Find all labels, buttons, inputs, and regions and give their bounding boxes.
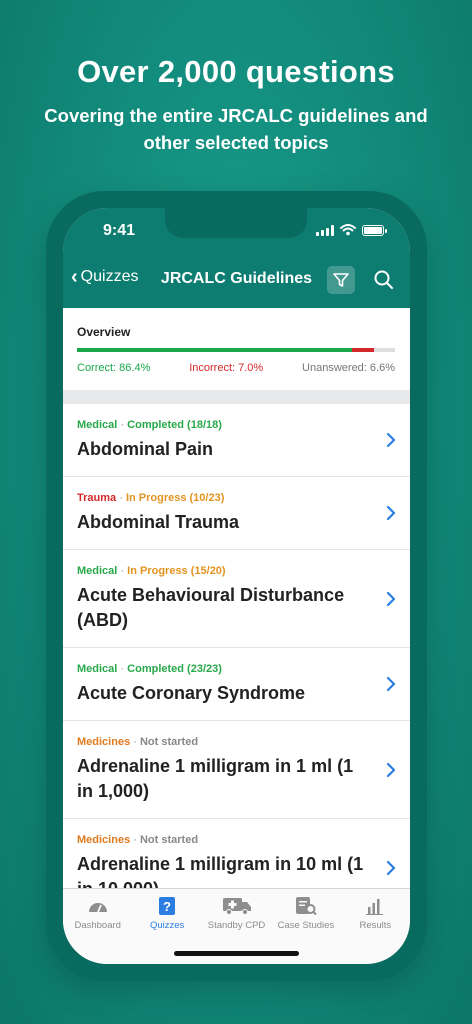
tab-label: Case Studies (277, 920, 335, 931)
filter-icon (333, 273, 349, 287)
home-indicator (174, 951, 299, 956)
tab-results[interactable]: Results (341, 889, 410, 964)
topic-category: Trauma (77, 492, 117, 504)
phone-frame: 9:41 ‹ Quizzes JRCALC Guidelines Overvie… (46, 191, 427, 981)
case-studies-icon (294, 895, 318, 917)
topic-meta: Medicines · Not started (77, 833, 370, 847)
overview-title: Overview (77, 325, 131, 339)
promo-headline: Over 2,000 questions (77, 54, 395, 89)
topic-category: Medicines (77, 834, 131, 846)
topic-meta: Medical · In Progress (15/20) (77, 564, 370, 578)
status-time: 9:41 (103, 222, 136, 239)
topic-status: In Progress (15/20) (127, 565, 226, 577)
topic-row[interactable]: Medical · Completed (23/23) Acute Corona… (63, 648, 410, 721)
chevron-right-icon (386, 762, 396, 777)
meta-separator: · (133, 736, 140, 748)
section-divider (63, 390, 410, 404)
overview-legend: Correct: 86.4% Incorrect: 7.0% Unanswere… (77, 362, 395, 374)
topic-status: Completed (18/18) (127, 419, 222, 431)
topic-row[interactable]: Trauma · In Progress (10/23) Abdominal T… (63, 477, 410, 550)
tab-label: Standby CPD (207, 920, 266, 931)
topic-category: Medical (77, 663, 118, 675)
topic-title: Acute Behavioural Disturbance (ABD) (77, 585, 345, 630)
topic-title: Adrenaline 1 milligram in 1 ml (1 in 1,0… (77, 756, 354, 801)
ambulance-icon (222, 895, 252, 917)
chevron-right-icon (386, 860, 396, 875)
progress-correct-segment (77, 348, 352, 352)
tab-bar: Dashboard? Quizzes Standby CPD Case Studies… (63, 888, 410, 964)
topic-status: Completed (23/23) (127, 663, 222, 675)
wifi-icon (340, 224, 356, 236)
topic-row[interactable]: Medical · In Progress (15/20) Acute Beha… (63, 550, 410, 648)
topic-row[interactable]: Medicines · Not started Adrenaline 1 mil… (63, 721, 410, 819)
system-icons (316, 224, 387, 236)
topic-row[interactable]: Medical · Completed (18/18) Abdominal Pa… (63, 404, 410, 477)
overview-panel: Overview Correct: 86.4% Incorrect: 7.0% … (63, 308, 410, 390)
tab-label: Quizzes (149, 920, 185, 931)
cellular-signal-icon (316, 224, 334, 236)
progress-incorrect-segment (351, 348, 374, 352)
incorrect-label: Incorrect: 7.0% (189, 362, 264, 374)
filter-button[interactable] (327, 266, 355, 294)
tab-dashboard[interactable]: Dashboard (63, 889, 132, 964)
chevron-right-icon (386, 432, 396, 448)
topic-category: Medical (77, 565, 118, 577)
unanswered-label: Unanswered: 6.6% (302, 362, 395, 374)
promo-subline: Covering the entire JRCALC guidelines an… (44, 105, 428, 153)
svg-text:?: ? (163, 899, 171, 914)
topic-category: Medical (77, 419, 118, 431)
topic-meta: Medicines · Not started (77, 735, 370, 749)
notch (165, 208, 307, 238)
page-title: JRCALC Guidelines (160, 270, 313, 287)
meta-separator: · (133, 834, 140, 846)
results-icon (365, 895, 385, 917)
quiz-icon: ? (157, 895, 177, 917)
tab-label: Dashboard (74, 920, 121, 931)
topic-list: Medical · Completed (18/18) Abdominal Pa… (63, 404, 410, 917)
topic-meta: Medical · Completed (23/23) (77, 662, 370, 676)
search-icon[interactable] (373, 269, 395, 291)
dashboard-icon (87, 895, 109, 917)
overview-progress-bar (77, 348, 395, 352)
topic-status: In Progress (10/23) (125, 492, 225, 504)
topic-title: Abdominal Pain (77, 439, 214, 459)
app-screen: 9:41 ‹ Quizzes JRCALC Guidelines Overvie… (63, 208, 410, 964)
topic-status: Not started (139, 834, 199, 846)
tab-label: Results (359, 920, 392, 931)
nav-bar: ‹ Quizzes JRCALC Guidelines (63, 252, 410, 308)
topic-meta: Trauma · In Progress (10/23) (77, 491, 370, 505)
correct-label: Correct: 86.4% (77, 362, 151, 374)
meta-separator: · (119, 492, 126, 504)
topic-title: Abdominal Trauma (77, 512, 240, 532)
topic-category: Medicines (77, 736, 131, 748)
topic-meta: Medical · Completed (18/18) (77, 418, 370, 432)
chevron-right-icon (386, 505, 396, 521)
chevron-right-icon (386, 676, 396, 692)
chevron-right-icon (386, 591, 396, 606)
battery-icon (362, 224, 387, 236)
topic-title: Acute Coronary Syndrome (77, 683, 306, 703)
topic-status: Not started (139, 736, 199, 748)
